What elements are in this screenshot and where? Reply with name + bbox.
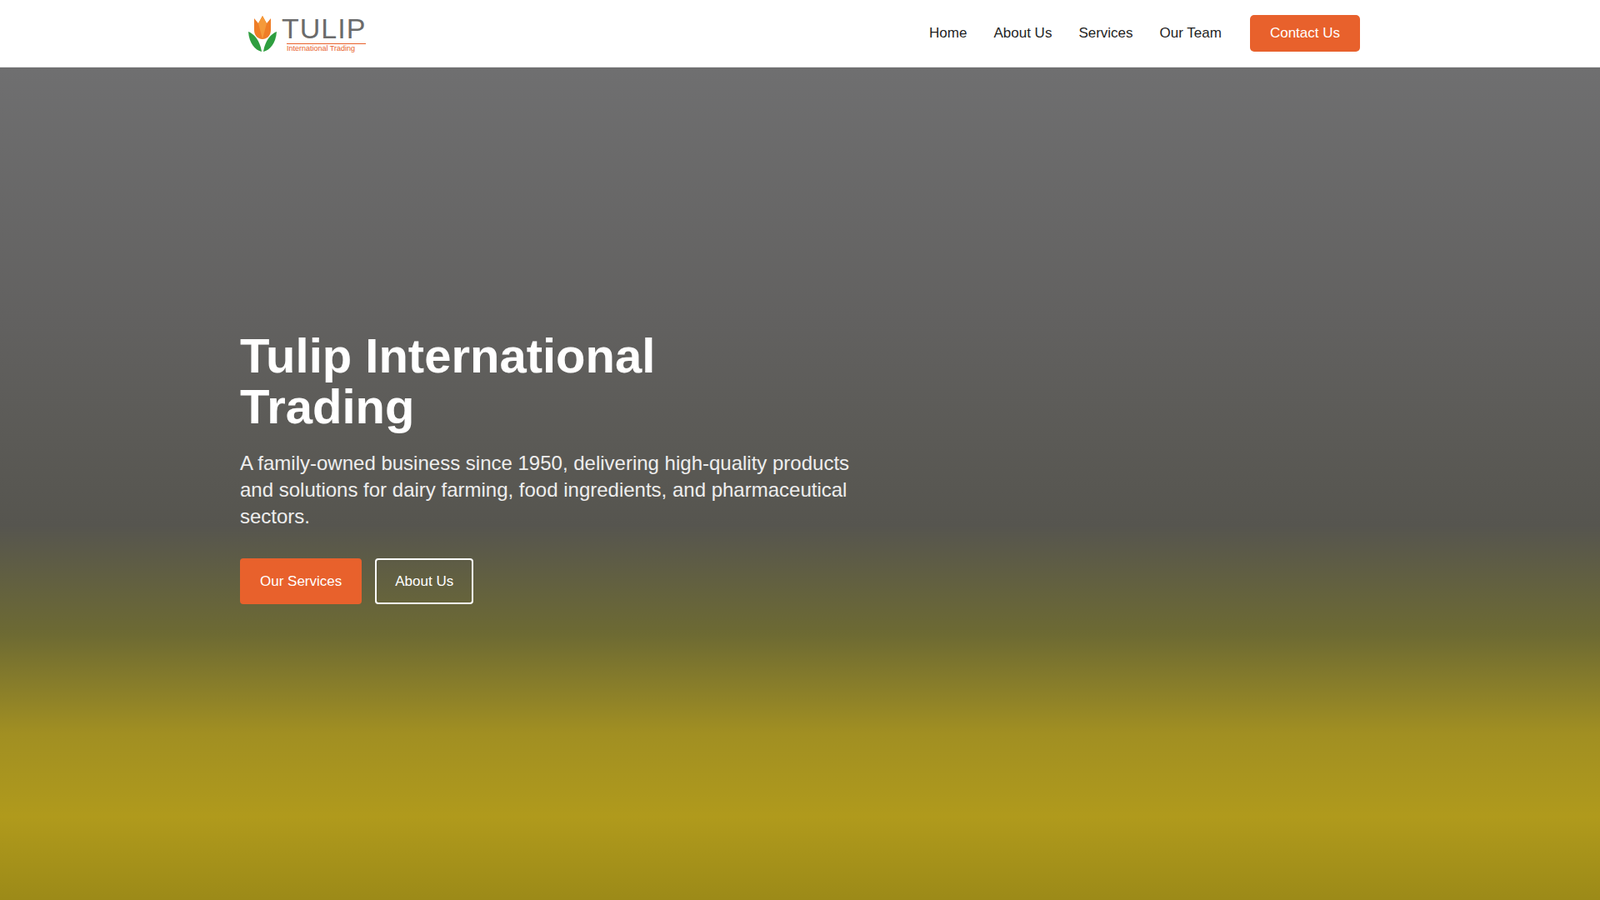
services-button[interactable]: Our Services xyxy=(240,558,362,605)
logo[interactable]: TULIPInternational Trading xyxy=(240,13,366,54)
about-button[interactable]: About Us xyxy=(375,558,474,605)
logo-name: TULIP xyxy=(281,14,366,43)
nav-link[interactable]: Our Team xyxy=(1160,22,1222,45)
hero: Tulip International Trading A family-owne… xyxy=(0,67,1600,900)
hero-subtitle: A family-owned business since 1950, deli… xyxy=(240,450,874,530)
header-inner: TULIPInternational Trading Home About Us Se… xyxy=(240,0,1360,67)
contact-button[interactable]: Contact Us xyxy=(1250,15,1360,52)
hero-buttons: Our Services About Us xyxy=(240,558,1360,605)
nav-link[interactable]: About Us xyxy=(993,22,1052,45)
logo-text: TULIPInternational Trading xyxy=(281,14,366,53)
main-nav: Home About Us Services Our Team Contact Us xyxy=(929,15,1360,52)
tulip-icon xyxy=(245,13,280,54)
hero-content: Tulip International Trading A family-owne… xyxy=(240,330,1360,638)
nav-link[interactable]: Services xyxy=(1078,22,1133,45)
site-header: TULIPInternational Trading Home About Us Se… xyxy=(0,0,1600,68)
hero-title: Tulip International Trading xyxy=(240,330,774,432)
nav-link[interactable]: Home xyxy=(929,22,967,45)
logo-tagline: International Trading xyxy=(286,43,366,53)
